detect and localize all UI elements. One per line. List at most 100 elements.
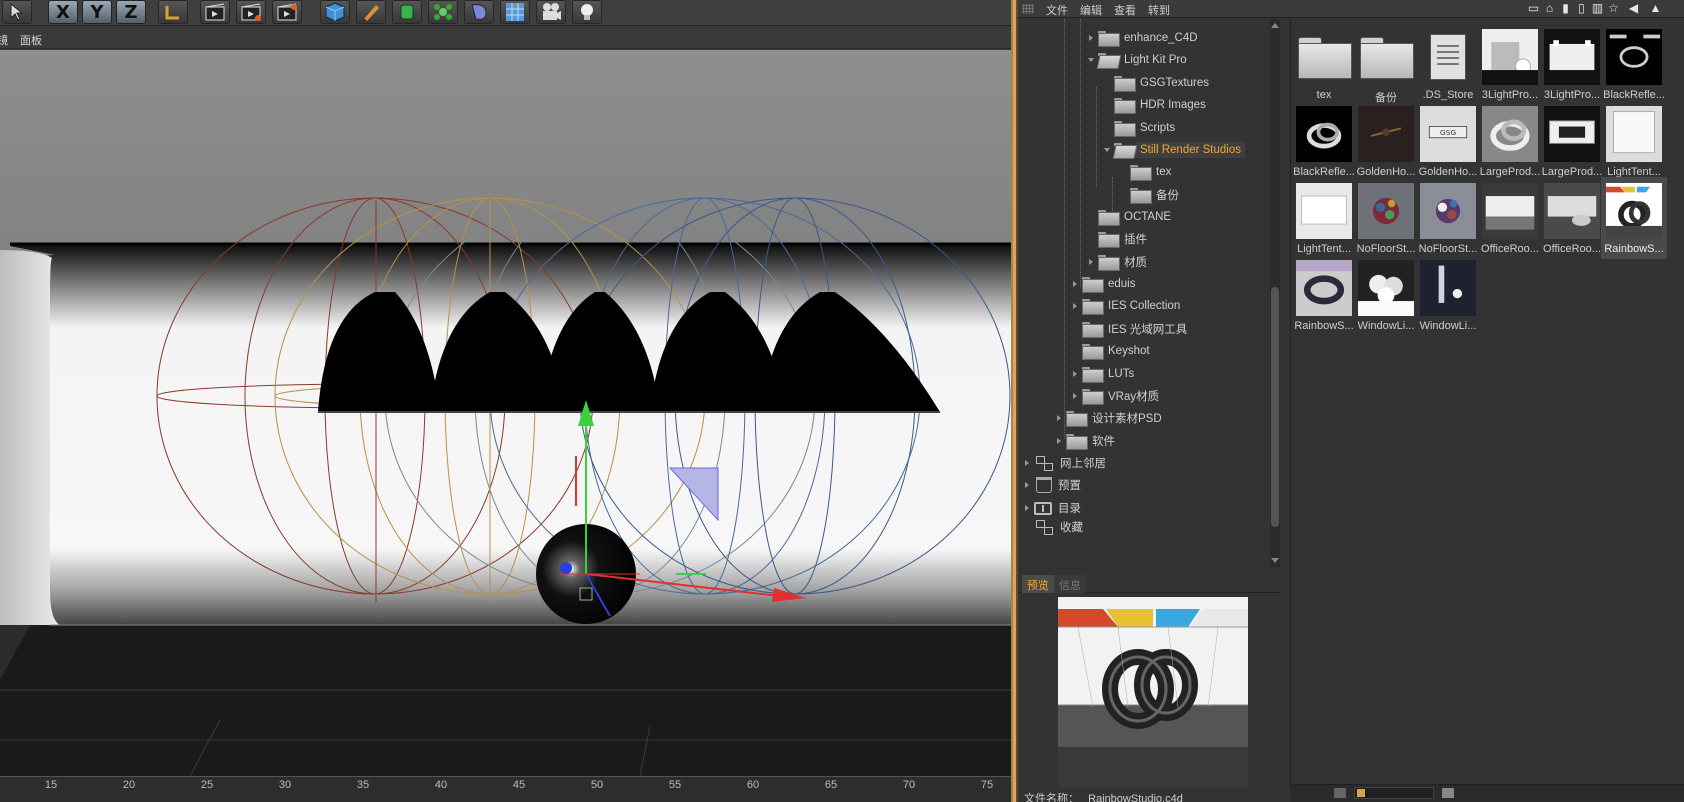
tree-item-tex[interactable]: tex [1130, 161, 1171, 183]
pen-icon[interactable] [356, 0, 386, 24]
scene-thumbnail [1542, 181, 1602, 241]
scrollbar-thumb[interactable] [1271, 287, 1279, 527]
file-tile[interactable]: GSG GoldenHo... [1415, 100, 1481, 182]
file-tile[interactable]: BlackRefle... [1291, 100, 1357, 182]
tree-item-eduis[interactable]: eduis [1073, 273, 1136, 295]
menu-edit[interactable]: 编辑 [1080, 2, 1102, 18]
file-tile[interactable]: .DS_Store [1415, 23, 1481, 105]
viewport-menu-bar: 镜 面板 [0, 27, 1011, 49]
zoom-small-icon[interactable] [1334, 788, 1346, 798]
scene-thumbnail [1604, 27, 1664, 87]
panel-splitter[interactable] [1011, 0, 1018, 802]
folder-icon [1114, 98, 1136, 114]
render-region-icon[interactable] [200, 0, 230, 24]
viewport-menu-panel[interactable]: 面板 [20, 32, 42, 48]
tree-item-vray-materials[interactable]: VRay材质 [1073, 385, 1159, 407]
file-tile-caption: WindowLi... [1357, 320, 1415, 332]
tree-item-still-render-studios[interactable]: Still Render Studios [1104, 139, 1245, 161]
main-toolbar: X Y Z [0, 0, 1011, 26]
file-tile-caption: RainbowS... [1604, 243, 1664, 255]
zoom-slider-handle[interactable] [1357, 789, 1365, 797]
tree-item-backup[interactable]: 备份 [1130, 184, 1179, 206]
file-tile[interactable]: NoFloorSt... [1353, 177, 1419, 259]
file-tile[interactable]: BlackRefle... [1601, 23, 1667, 105]
coord-system-icon[interactable] [158, 0, 188, 24]
file-tile[interactable]: 3LightPro... [1477, 23, 1543, 105]
menu-file[interactable]: 文件 [1046, 2, 1068, 18]
select-tool-icon[interactable] [2, 0, 32, 24]
star-icon[interactable]: ☆ [1606, 1, 1621, 16]
file-tile[interactable]: LightTent... [1291, 177, 1357, 259]
axis-z-button[interactable]: Z [116, 0, 146, 24]
catalog-icon[interactable]: ▥ [1590, 1, 1605, 16]
folder-tree: enhance_C4D Light Kit Pro GSGTextures HD… [1018, 19, 1280, 567]
file-tile[interactable]: WindowLi... [1353, 254, 1419, 336]
file-tile[interactable]: 3LightPro... [1539, 23, 1605, 105]
scene-thumbnail [1480, 104, 1540, 164]
floor-icon[interactable] [500, 0, 530, 24]
menu-goto[interactable]: 转到 [1148, 2, 1170, 18]
scroll-up-icon[interactable] [1271, 23, 1279, 28]
tree-item-ies-collection[interactable]: IES Collection [1073, 295, 1180, 317]
environment-icon[interactable] [464, 0, 494, 24]
axis-y-button[interactable]: Y [82, 0, 112, 24]
tree-item-octane[interactable]: OCTANE [1098, 206, 1171, 228]
zoom-slider[interactable] [1354, 787, 1434, 799]
tree-item-gsgtextures[interactable]: GSGTextures [1114, 72, 1209, 94]
menu-view[interactable]: 查看 [1114, 2, 1136, 18]
tree-root-catalog[interactable]: 目录 [1025, 497, 1081, 519]
file-tile[interactable]: NoFloorSt... [1415, 177, 1481, 259]
tree-item-materials[interactable]: 材质 [1089, 251, 1147, 273]
parent-icon[interactable]: ▲ [1648, 1, 1663, 16]
render-view-icon[interactable] [236, 0, 266, 24]
grip-icon[interactable] [1022, 4, 1034, 14]
tree-scrollbar[interactable] [1270, 19, 1280, 567]
file-tile[interactable]: LargeProd... [1477, 100, 1543, 182]
deformer-icon[interactable] [428, 0, 458, 24]
scroll-down-icon[interactable] [1271, 558, 1279, 563]
light-icon[interactable] [572, 0, 602, 24]
tree-item-ies-tools[interactable]: IES 光域网工具 [1082, 318, 1187, 340]
file-tile-caption: RainbowS... [1294, 320, 1354, 332]
up-icon[interactable]: ▮ [1558, 1, 1573, 16]
tree-item-enhance-c4d[interactable]: enhance_C4D [1089, 27, 1198, 49]
back-icon[interactable]: ◀ [1626, 1, 1641, 16]
tree-item-keyshot[interactable]: Keyshot [1082, 340, 1150, 362]
viewport-menu-cut-item[interactable]: 镜 [0, 32, 8, 48]
new-icon[interactable]: ▭ [1526, 1, 1541, 16]
file-tile[interactable]: tex [1291, 23, 1357, 105]
3d-viewport[interactable] [0, 50, 1011, 776]
tree-root-presets[interactable]: 预置 [1025, 474, 1081, 496]
file-tile[interactable]: LightTent... [1601, 100, 1667, 182]
file-tile[interactable]: GoldenHo... [1353, 100, 1419, 182]
tab-preview[interactable]: 预览 [1022, 575, 1054, 593]
tree-item-hdr-images[interactable]: HDR Images [1114, 94, 1206, 116]
file-tile[interactable]: LargeProd... [1539, 100, 1605, 182]
home-icon[interactable]: ⌂ [1542, 1, 1557, 16]
tree-root-favorites[interactable]: 收藏 [1034, 519, 1083, 535]
axis-x-button[interactable]: X [48, 0, 78, 24]
generator-icon[interactable] [392, 0, 422, 24]
tree-root-network[interactable]: 网上邻居 [1025, 452, 1106, 474]
tree-item-scripts[interactable]: Scripts [1114, 117, 1175, 139]
tree-item-luts[interactable]: LUTs [1073, 363, 1134, 385]
zoom-large-icon[interactable] [1442, 788, 1454, 798]
tree-item-software[interactable]: 软件 [1057, 430, 1115, 452]
file-tile[interactable]: OfficeRoo... [1477, 177, 1543, 259]
timeline-ruler[interactable]: 15 20 25 30 35 40 45 50 55 60 65 70 75 [0, 776, 1011, 802]
file-tile[interactable]: 备份 [1353, 23, 1419, 105]
file-tile[interactable]: RainbowS... [1291, 254, 1357, 336]
camera-icon[interactable] [536, 0, 566, 24]
lock-icon[interactable]: ▯ [1574, 1, 1589, 16]
file-tile[interactable]: RainbowS... [1601, 177, 1667, 259]
file-tile[interactable]: WindowLi... [1415, 254, 1481, 336]
ruler-tick: 20 [122, 779, 136, 791]
tab-info[interactable]: 信息 [1054, 575, 1086, 593]
render-settings-icon[interactable] [272, 0, 302, 24]
file-tile[interactable]: OfficeRoo... [1539, 177, 1605, 259]
tree-item-plugins[interactable]: 插件 [1098, 228, 1147, 250]
tree-item-light-kit-pro[interactable]: Light Kit Pro [1088, 49, 1187, 71]
folder-open-icon [1098, 53, 1118, 67]
tree-item-design-psd[interactable]: 设计素材PSD [1057, 407, 1162, 429]
cube-icon[interactable] [320, 0, 350, 24]
